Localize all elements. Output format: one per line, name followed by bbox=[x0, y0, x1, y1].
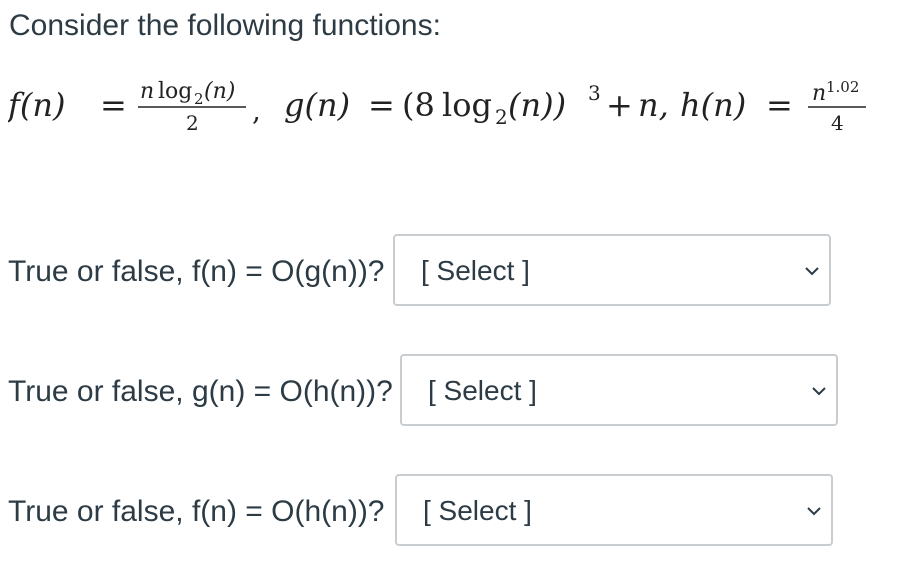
f-numerator-subscript: 2 bbox=[194, 90, 204, 108]
select-placeholder: [ Select ] bbox=[421, 255, 530, 286]
g-arg: (n)) bbox=[508, 86, 566, 124]
h-numerator-exponent: 1.02 bbox=[826, 78, 859, 96]
select-placeholder: [ Select ] bbox=[428, 375, 537, 406]
h-denominator: 4 bbox=[831, 111, 844, 135]
h-numerator-n: n bbox=[812, 81, 826, 106]
g-open-paren: (8 bbox=[402, 86, 435, 124]
select-placeholder: [ Select ] bbox=[423, 495, 532, 526]
g-log-subscript: 2 bbox=[495, 105, 508, 129]
f-numerator-log: log bbox=[158, 79, 192, 104]
g-plus: + bbox=[606, 86, 633, 124]
equals-sign: = bbox=[100, 86, 127, 124]
question-row-2: True or false, g(n) = O(h(n))? [ Select … bbox=[8, 354, 848, 430]
f-numerator: n bbox=[140, 79, 154, 104]
f-numerator-arg: (n) bbox=[204, 79, 235, 104]
question-text: True or false, f(n) = O(g(n))? bbox=[8, 255, 385, 288]
g-label: g(n) bbox=[284, 86, 350, 124]
question-row-3: True or false, f(n) = O(h(n))? [ Select … bbox=[8, 474, 848, 550]
f-label: f(n) bbox=[8, 86, 65, 124]
comma: , bbox=[252, 94, 261, 127]
answer-select-2[interactable]: [ Select ] bbox=[400, 354, 838, 426]
prompt-heading: Consider the following functions: bbox=[9, 9, 441, 42]
chevron-down-icon bbox=[805, 267, 819, 276]
question-row-1: True or false, f(n) = O(g(n))? [ Select … bbox=[8, 234, 848, 310]
equals-sign: = bbox=[766, 86, 793, 124]
formula-graphic: f(n) = n log 2 (n) 2 , g(n) = (8 log 2 (… bbox=[6, 78, 866, 135]
question-text: True or false, g(n) = O(h(n))? bbox=[8, 375, 393, 408]
function-definitions: f(n) = n log 2 (n) 2 , g(n) = (8 log 2 (… bbox=[6, 70, 888, 150]
answer-select-3[interactable]: [ Select ] bbox=[395, 474, 833, 546]
answer-select-1[interactable]: [ Select ] bbox=[393, 234, 831, 306]
h-label: h(n) bbox=[680, 86, 746, 124]
equals-sign: = bbox=[368, 86, 395, 124]
chevron-down-icon bbox=[807, 507, 821, 516]
f-denominator: 2 bbox=[186, 111, 199, 135]
g-n: n, bbox=[638, 86, 669, 124]
g-log: log bbox=[442, 86, 492, 124]
g-exponent: 3 bbox=[588, 81, 601, 105]
question-text: True or false, f(n) = O(h(n))? bbox=[8, 495, 385, 528]
chevron-down-icon bbox=[812, 387, 826, 396]
